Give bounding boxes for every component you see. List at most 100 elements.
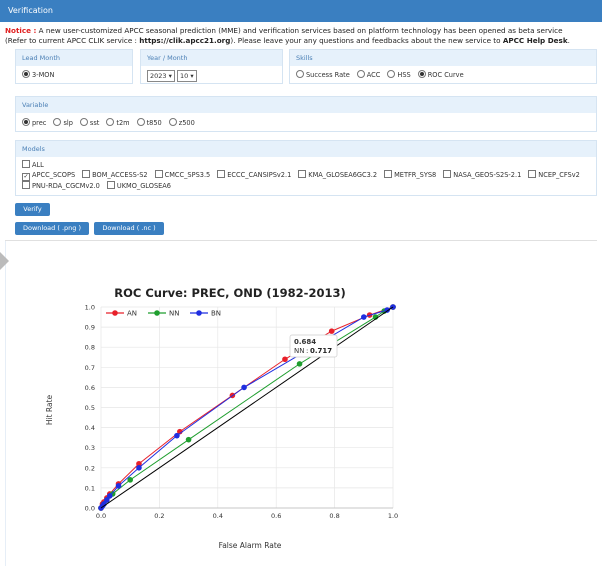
model-label: CMCC_SPS3.5 bbox=[164, 171, 211, 179]
variable-option[interactable]: t850 bbox=[136, 118, 162, 127]
data-point[interactable] bbox=[98, 505, 104, 511]
data-point[interactable] bbox=[229, 392, 236, 399]
model-checkbox[interactable] bbox=[154, 170, 163, 178]
data-point[interactable] bbox=[185, 436, 192, 443]
data-point[interactable] bbox=[372, 314, 379, 320]
legend-label: BN bbox=[211, 310, 221, 318]
model-checkbox[interactable] bbox=[82, 170, 91, 178]
data-point[interactable] bbox=[384, 307, 390, 313]
skill-option[interactable]: ROC Curve bbox=[417, 70, 464, 79]
verify-button[interactable]: Verify bbox=[15, 203, 50, 216]
variable-radio[interactable] bbox=[136, 118, 145, 126]
model-option[interactable]: BOM_ACCESS-S2 bbox=[82, 170, 148, 180]
data-point[interactable] bbox=[136, 465, 142, 471]
data-point[interactable] bbox=[101, 501, 107, 507]
variable-radio[interactable] bbox=[168, 118, 177, 126]
data-point[interactable] bbox=[99, 503, 106, 509]
y-tick-label: 0.5 bbox=[85, 404, 95, 412]
data-point[interactable] bbox=[174, 432, 180, 439]
model-checkbox[interactable] bbox=[106, 181, 115, 189]
variable-option[interactable]: z500 bbox=[168, 118, 195, 127]
variable-option[interactable]: prec bbox=[22, 118, 46, 127]
data-point[interactable] bbox=[109, 491, 116, 497]
variable-option[interactable]: t2m bbox=[106, 118, 130, 127]
model-option[interactable]: UKMO_GLOSEA6 bbox=[106, 181, 171, 191]
model-option[interactable]: METFR_SYS8 bbox=[384, 170, 436, 180]
variable-options: prec slp sst t2m t850 z500 bbox=[16, 113, 596, 131]
data-point[interactable] bbox=[282, 356, 288, 363]
legend-marker bbox=[154, 310, 160, 316]
skill-option[interactable]: Success Rate bbox=[296, 70, 350, 79]
variable-option[interactable]: sst bbox=[79, 118, 100, 127]
data-point[interactable] bbox=[99, 501, 106, 507]
tooltip-series: NN bbox=[294, 347, 304, 355]
model-label: KMA_GLOSEA6GC3.2 bbox=[308, 171, 378, 179]
year-select[interactable]: 2023 ▾ bbox=[147, 70, 175, 82]
data-point[interactable] bbox=[98, 505, 104, 511]
data-point[interactable] bbox=[136, 460, 142, 467]
skill-radio[interactable] bbox=[387, 70, 396, 78]
data-point[interactable] bbox=[115, 483, 122, 489]
year-month-label: Year / Month bbox=[141, 50, 282, 66]
lead-month-radio[interactable] bbox=[22, 70, 30, 78]
data-point[interactable] bbox=[390, 304, 396, 310]
skill-radio[interactable] bbox=[417, 70, 426, 78]
model-option[interactable]: PNU-RDA_CGCMv2.0 bbox=[22, 181, 100, 191]
y-axis-label: Hit Rate bbox=[45, 394, 54, 425]
model-option[interactable]: ECCC_CANSIPSv2.1 bbox=[217, 170, 291, 180]
variable-radio[interactable] bbox=[79, 118, 88, 126]
data-point[interactable] bbox=[177, 428, 183, 435]
download-png-button[interactable]: Download ( .png ) bbox=[15, 222, 89, 235]
series-line bbox=[100, 306, 394, 509]
model-option[interactable]: NASA_GEOS-S2S-2.1 bbox=[443, 170, 521, 180]
variable-option[interactable]: slp bbox=[53, 118, 73, 127]
data-point[interactable] bbox=[381, 308, 388, 314]
data-point[interactable] bbox=[101, 499, 107, 505]
variable-label-text: sst bbox=[89, 119, 100, 127]
chart-title: ROC Curve: PREC, OND (1982-2013) bbox=[114, 286, 345, 300]
model-checkbox[interactable] bbox=[298, 170, 307, 178]
data-point[interactable] bbox=[328, 328, 335, 334]
variable-radio[interactable] bbox=[53, 118, 62, 126]
data-point[interactable] bbox=[296, 361, 303, 367]
data-point[interactable] bbox=[106, 493, 113, 499]
download-nc-button[interactable]: Download ( .nc ) bbox=[94, 222, 164, 235]
variable-radio[interactable] bbox=[22, 118, 30, 126]
model-option[interactable]: CMCC_SPS3.5 bbox=[154, 170, 211, 180]
model-all-checkbox[interactable] bbox=[22, 160, 30, 168]
data-point[interactable] bbox=[366, 312, 373, 318]
clik-link[interactable]: https://clik.apcc21.org bbox=[139, 36, 230, 45]
model-checkbox[interactable] bbox=[22, 173, 30, 181]
model-checkbox[interactable] bbox=[443, 170, 452, 178]
data-point[interactable] bbox=[101, 501, 107, 507]
data-point[interactable] bbox=[115, 481, 122, 487]
data-point[interactable] bbox=[104, 495, 110, 501]
data-point[interactable] bbox=[241, 384, 247, 391]
month-select[interactable]: 10 ▾ bbox=[177, 70, 197, 82]
data-point[interactable] bbox=[127, 477, 133, 483]
divider bbox=[5, 240, 597, 241]
model-all-option[interactable]: ALL bbox=[22, 160, 590, 170]
skill-radio[interactable] bbox=[356, 70, 365, 78]
collapse-arrow-icon[interactable] bbox=[0, 252, 9, 270]
data-point[interactable] bbox=[98, 505, 104, 511]
data-point[interactable] bbox=[361, 314, 367, 320]
model-option[interactable]: NCEP_CFSv2 bbox=[528, 170, 580, 180]
data-point[interactable] bbox=[390, 304, 396, 310]
skill-radio[interactable] bbox=[296, 70, 304, 78]
model-checkbox[interactable] bbox=[528, 170, 537, 178]
data-point[interactable] bbox=[104, 497, 110, 503]
variable-radio[interactable] bbox=[106, 118, 115, 126]
model-checkbox[interactable] bbox=[22, 181, 30, 189]
data-point[interactable] bbox=[104, 497, 110, 503]
helpdesk-link[interactable]: APCC Help Desk bbox=[503, 36, 568, 45]
data-point[interactable] bbox=[106, 491, 113, 497]
model-checkbox[interactable] bbox=[217, 170, 226, 178]
model-option[interactable]: KMA_GLOSEA6GC3.2 bbox=[298, 170, 377, 180]
model-checkbox[interactable] bbox=[384, 170, 393, 178]
skill-option[interactable]: HSS bbox=[387, 70, 411, 79]
skill-option[interactable]: ACC bbox=[356, 70, 380, 79]
model-option[interactable]: APCC_SCOPS bbox=[22, 170, 75, 181]
y-tick-label: 0.6 bbox=[85, 384, 95, 392]
data-point[interactable] bbox=[390, 304, 396, 310]
